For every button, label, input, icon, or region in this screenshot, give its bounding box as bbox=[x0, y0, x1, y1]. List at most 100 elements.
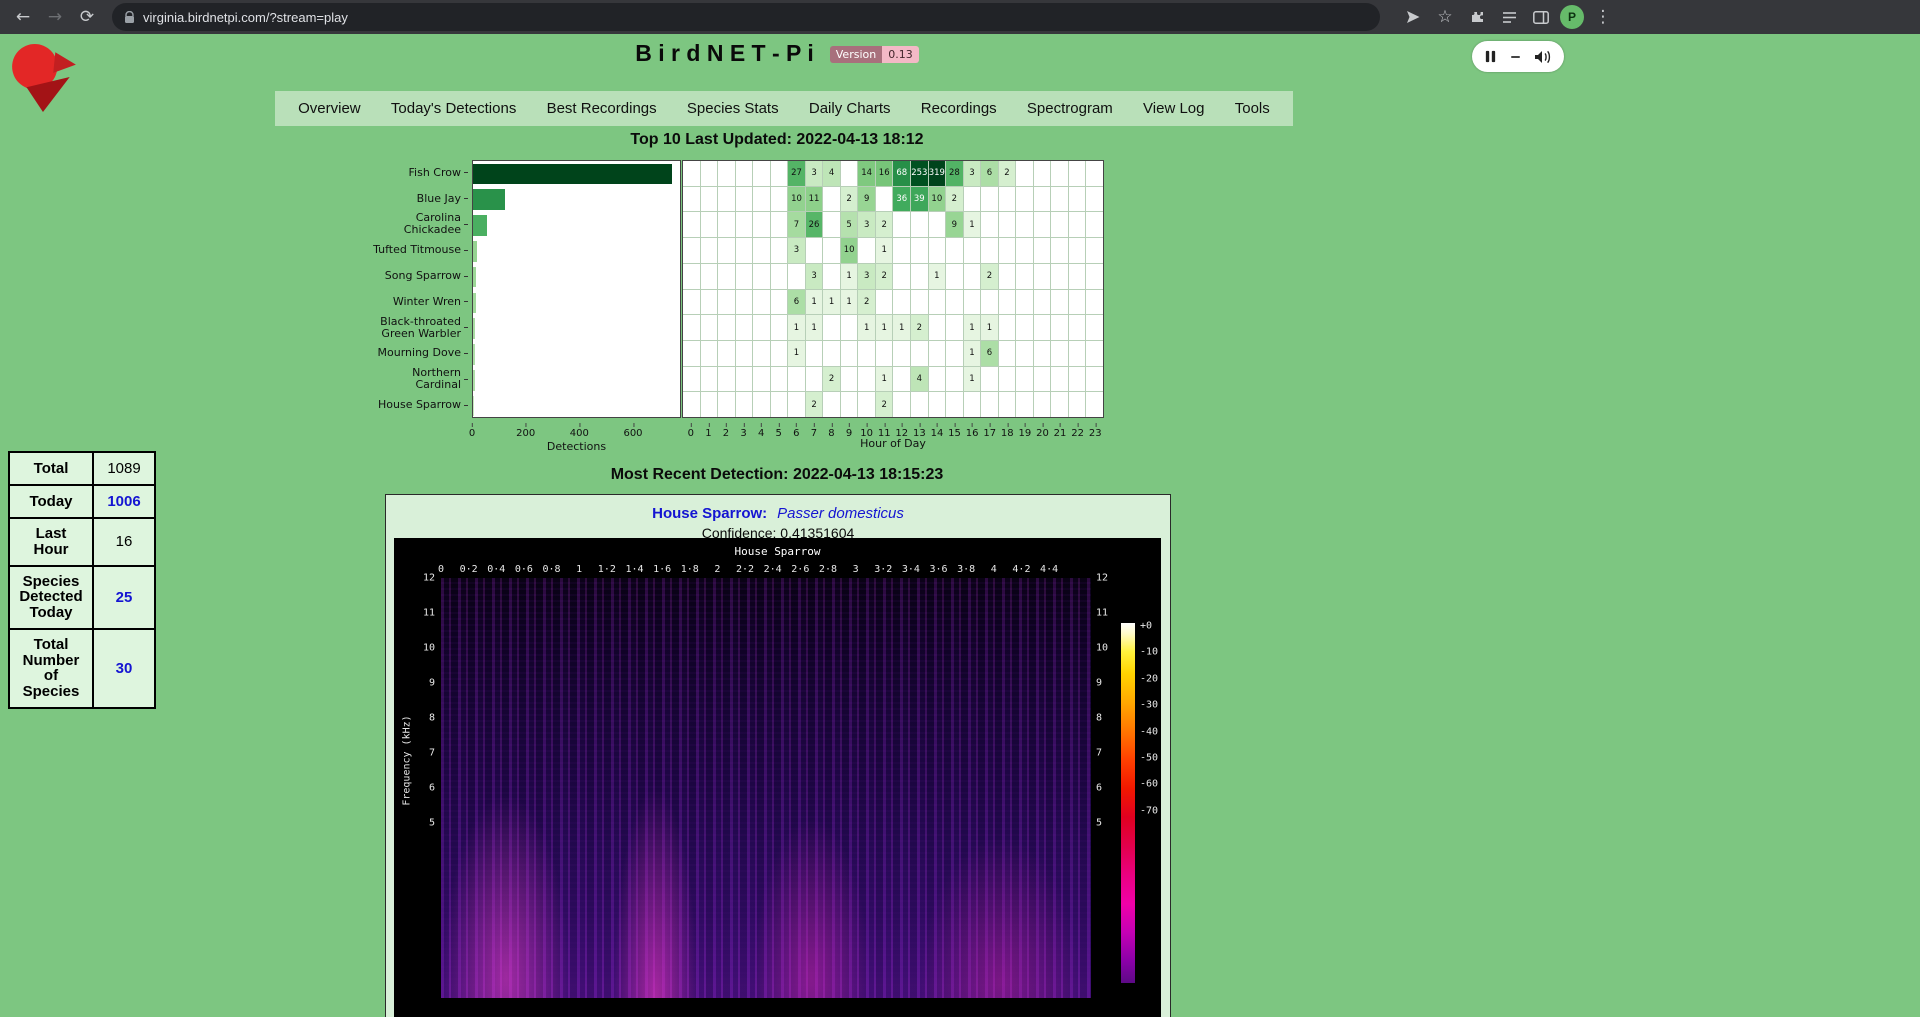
heatmap-cell-carolina-chickadee-h6: 7 bbox=[788, 212, 805, 237]
spectrogram-db-tick: -20 bbox=[1140, 673, 1158, 684]
heatmap-cell-carolina-chickadee-h19 bbox=[1016, 212, 1033, 237]
heatmap-cell-fish-crow-h2 bbox=[718, 161, 735, 186]
nav-item-spectrogram[interactable]: Spectrogram bbox=[1027, 100, 1113, 117]
heatmap-cell-carolina-chickadee-h14 bbox=[929, 212, 946, 237]
reading-list-icon[interactable] bbox=[1496, 4, 1522, 30]
stats-label-total-number-of-species: Total Number of Species bbox=[9, 629, 93, 708]
heatmap-cell-mourning-dove-h15 bbox=[946, 341, 963, 366]
reload-button[interactable]: ⟳ bbox=[74, 4, 100, 30]
heatmap-cell-carolina-chickadee-h0 bbox=[683, 212, 700, 237]
heatmap-cell-song-sparrow-h2 bbox=[718, 264, 735, 289]
heatmap-cell-house-sparrow-h14 bbox=[929, 392, 946, 417]
spectrogram-freq-tick-left: 5 bbox=[394, 818, 435, 829]
heatmap-cell-blue-jay-h4 bbox=[753, 187, 770, 212]
pause-icon[interactable] bbox=[1484, 50, 1497, 63]
stats-row-today: Today1006 bbox=[9, 485, 155, 518]
heatmap-cell-song-sparrow-h19 bbox=[1016, 264, 1033, 289]
menu-kebab-icon[interactable]: ⋮ bbox=[1590, 4, 1616, 30]
detection-scientific-name[interactable]: Passer domesticus bbox=[777, 505, 904, 522]
seek-bar[interactable] bbox=[1511, 56, 1520, 58]
bar-x-tick: 200 bbox=[516, 428, 535, 439]
heatmap-cell-tufted-titmouse-h16 bbox=[964, 238, 981, 263]
heatmap-cell-carolina-chickadee-h15: 9 bbox=[946, 212, 963, 237]
extensions-puzzle-icon[interactable] bbox=[1464, 4, 1490, 30]
heatmap-cell-black-throated-green-warbler-h11: 1 bbox=[876, 315, 893, 340]
heatmap-cell-northern-cardinal-h15 bbox=[946, 367, 963, 392]
page-title: B i r d N E T - P i bbox=[635, 40, 814, 66]
heatmap-cell-northern-cardinal-h4 bbox=[753, 367, 770, 392]
heatmap-cell-house-sparrow-h8 bbox=[823, 392, 840, 417]
version-value: 0.13 bbox=[882, 46, 919, 63]
bar-category-northern-cardinal: Northern Cardinal bbox=[412, 366, 468, 392]
stats-value-today[interactable]: 1006 bbox=[93, 485, 155, 518]
stats-value-species-detected-today[interactable]: 25 bbox=[93, 566, 155, 629]
send-icon[interactable] bbox=[1400, 4, 1426, 30]
nav-item-species-stats[interactable]: Species Stats bbox=[687, 100, 779, 117]
heatmap-cell-winter-wren-h15 bbox=[946, 290, 963, 315]
heatmap-cell-carolina-chickadee-h23 bbox=[1086, 212, 1103, 237]
heatmap-cell-black-throated-green-warbler-h16: 1 bbox=[964, 315, 981, 340]
nav-item-daily-charts[interactable]: Daily Charts bbox=[809, 100, 891, 117]
spectrogram-time-tick: 3 bbox=[853, 564, 859, 575]
bar-category-mourning-dove: Mourning Dove bbox=[378, 341, 468, 367]
nav-item-overview[interactable]: Overview bbox=[298, 100, 361, 117]
heatmap-cell-northern-cardinal-h3 bbox=[736, 367, 753, 392]
side-panel-icon[interactable] bbox=[1528, 4, 1554, 30]
heatmap-cell-song-sparrow-h21 bbox=[1051, 264, 1068, 289]
heatmap-cell-winter-wren-h10: 2 bbox=[858, 290, 875, 315]
stats-table: Total1089Today1006Last Hour16Species Det… bbox=[8, 451, 156, 709]
bar-category-carolina-chickadee: Carolina Chickadee bbox=[404, 212, 468, 238]
heatmap-cell-winter-wren-h7: 1 bbox=[806, 290, 823, 315]
forward-button[interactable]: → bbox=[42, 4, 68, 30]
heatmap-cell-tufted-titmouse-h1 bbox=[701, 238, 718, 263]
spectrogram-freq-tick-right: 9 bbox=[1096, 678, 1102, 689]
spectrogram-time-tick: 4·2 bbox=[1012, 564, 1030, 575]
heatmap-cell-tufted-titmouse-h13 bbox=[911, 238, 928, 263]
nav-item-today-s-detections[interactable]: Today's Detections bbox=[391, 100, 516, 117]
spectrogram-db-tick: -60 bbox=[1140, 779, 1158, 790]
nav-item-best-recordings[interactable]: Best Recordings bbox=[547, 100, 657, 117]
heatmap-cell-song-sparrow-h7: 3 bbox=[806, 264, 823, 289]
heatmap-cell-mourning-dove-h20 bbox=[1034, 341, 1051, 366]
heatmap-cell-mourning-dove-h21 bbox=[1051, 341, 1068, 366]
heatmap-cell-house-sparrow-h0 bbox=[683, 392, 700, 417]
nav-item-view-log[interactable]: View Log bbox=[1143, 100, 1204, 117]
heatmap-cell-blue-jay-h14: 10 bbox=[929, 187, 946, 212]
heatmap-cell-fish-crow-h13: 253 bbox=[911, 161, 928, 186]
lock-icon[interactable] bbox=[124, 11, 135, 24]
bar-fish-crow bbox=[473, 164, 672, 185]
heatmap-cell-northern-cardinal-h2 bbox=[718, 367, 735, 392]
heatmap-cell-northern-cardinal-h19 bbox=[1016, 367, 1033, 392]
heatmap-cell-blue-jay-h19 bbox=[1016, 187, 1033, 212]
profile-avatar[interactable]: P bbox=[1560, 5, 1584, 29]
heatmap-cell-mourning-dove-h1 bbox=[701, 341, 718, 366]
heatmap-cell-song-sparrow-h16 bbox=[964, 264, 981, 289]
heatmap-cell-carolina-chickadee-h13 bbox=[911, 212, 928, 237]
detection-species-link[interactable]: House Sparrow: bbox=[652, 505, 767, 522]
heatmap-cell-tufted-titmouse-h18 bbox=[999, 238, 1016, 263]
back-button[interactable]: ← bbox=[10, 4, 36, 30]
heatmap-cell-song-sparrow-h12 bbox=[893, 264, 910, 289]
bookmark-star-icon[interactable]: ☆ bbox=[1432, 4, 1458, 30]
heatmap-cell-tufted-titmouse-h8 bbox=[823, 238, 840, 263]
audio-player[interactable] bbox=[1472, 41, 1564, 72]
heatmap-cell-song-sparrow-h15 bbox=[946, 264, 963, 289]
spectrogram-time-tick: 2·2 bbox=[736, 564, 754, 575]
heatmap-cell-black-throated-green-warbler-h7: 1 bbox=[806, 315, 823, 340]
nav-item-tools[interactable]: Tools bbox=[1235, 100, 1270, 117]
address-bar[interactable]: virginia.birdnetpi.com/?stream=play bbox=[112, 3, 1380, 31]
stats-value-last-hour: 16 bbox=[93, 518, 155, 566]
heatmap-cell-fish-crow-h19 bbox=[1016, 161, 1033, 186]
stats-value-total-number-of-species[interactable]: 30 bbox=[93, 629, 155, 708]
heatmap-cell-northern-cardinal-h14 bbox=[929, 367, 946, 392]
spectrogram-db-tick: -30 bbox=[1140, 700, 1158, 711]
heatmap-cell-house-sparrow-h19 bbox=[1016, 392, 1033, 417]
spectrogram-db-tick: -70 bbox=[1140, 805, 1158, 816]
heatmap-cell-carolina-chickadee-h9: 5 bbox=[841, 212, 858, 237]
heatmap-cell-blue-jay-h7: 11 bbox=[806, 187, 823, 212]
nav-item-recordings[interactable]: Recordings bbox=[921, 100, 997, 117]
heatmap-cell-winter-wren-h23 bbox=[1086, 290, 1103, 315]
volume-icon[interactable] bbox=[1534, 50, 1552, 64]
heatmap-cell-winter-wren-h5 bbox=[771, 290, 788, 315]
heatmap-cell-house-sparrow-h12 bbox=[893, 392, 910, 417]
